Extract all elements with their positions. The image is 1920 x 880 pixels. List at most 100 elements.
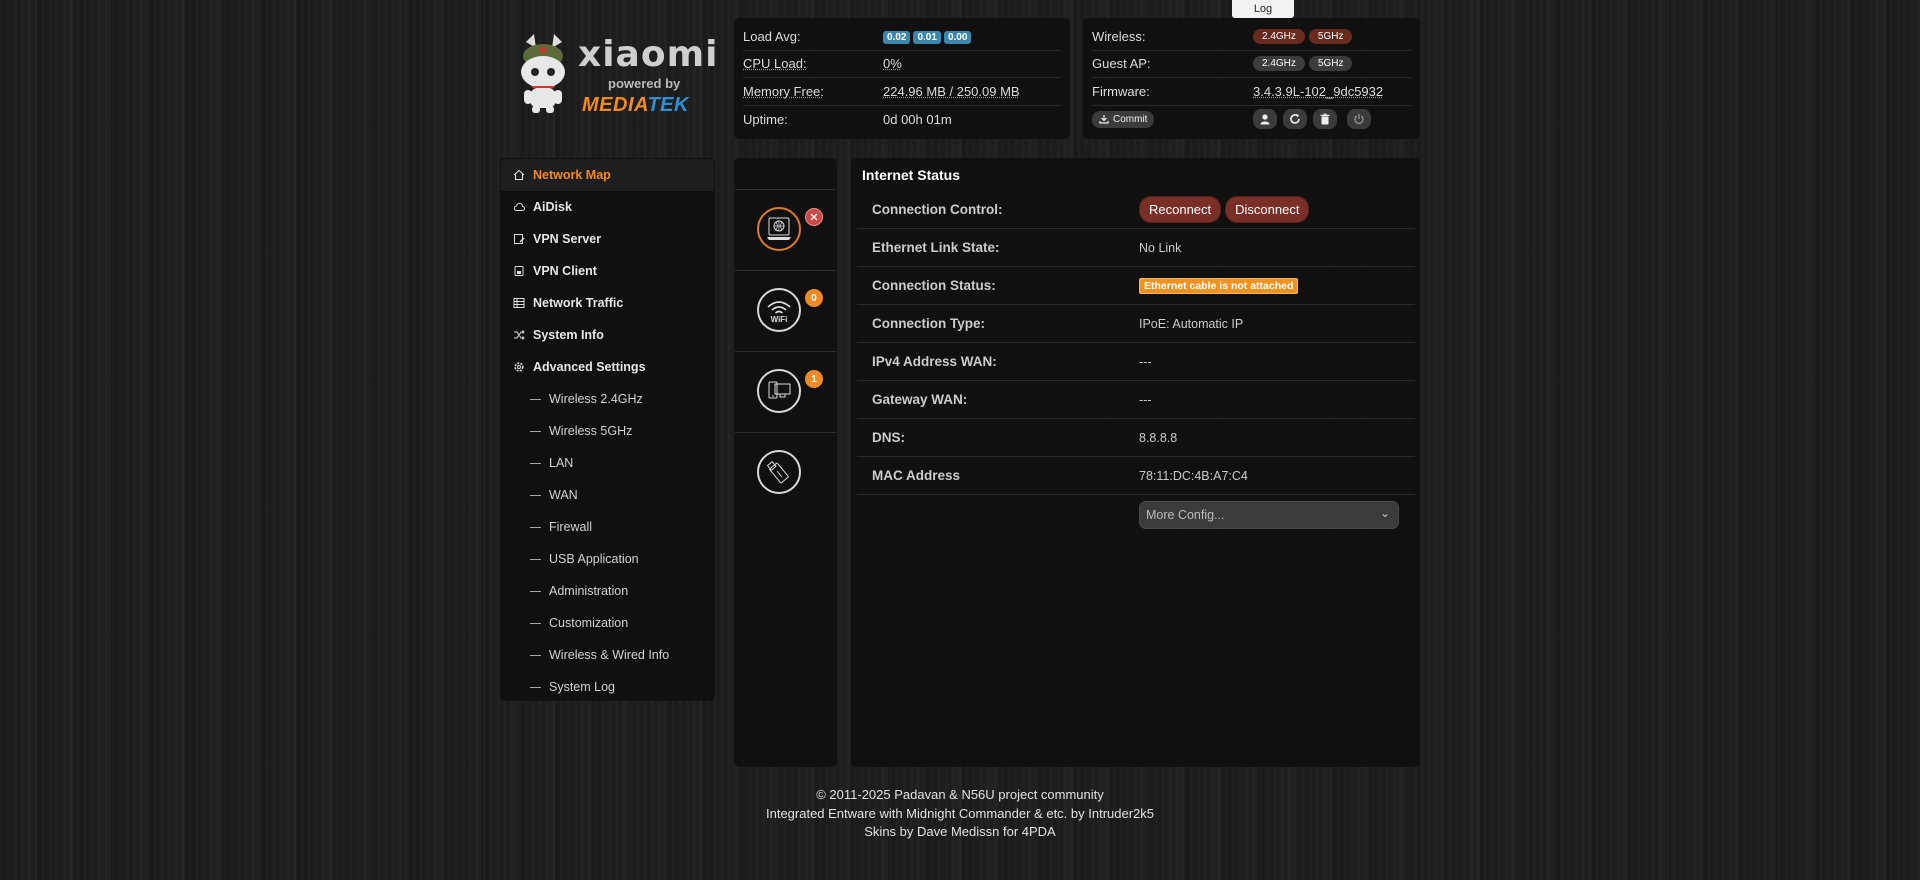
internet-status-icon[interactable]	[757, 207, 801, 251]
ethernet-link-row: Ethernet Link State: No Link	[857, 229, 1415, 267]
sidebar-subitem-system-log[interactable]: System Log	[501, 671, 714, 703]
sidebar-subitem-usb-application[interactable]: USB Application	[501, 543, 714, 575]
sidebar-subitem-lan[interactable]: LAN	[501, 447, 714, 479]
wifi-label: WiFi	[770, 315, 788, 324]
logo: xiaomi powered by MEDIATEK	[510, 32, 717, 122]
sidebar-item-vpn-client[interactable]: VPN Client	[501, 255, 714, 287]
devices-icon	[768, 381, 791, 399]
sidebar-item-network-map[interactable]: Network Map	[501, 159, 714, 191]
guest-24-pill[interactable]: 2.4GHz	[1253, 56, 1305, 72]
sidebar-item-vpn-server[interactable]: VPN Server	[501, 223, 714, 255]
log-tab[interactable]: Log	[1232, 0, 1294, 18]
sidebar-subitem-wireless-24[interactable]: Wireless 2.4GHz	[501, 383, 714, 415]
user-button[interactable]	[1253, 109, 1277, 130]
sidebar-subitem-wireless-5[interactable]: Wireless 5GHz	[501, 415, 714, 447]
disconnect-button[interactable]: Disconnect	[1225, 196, 1310, 223]
wireless-5-pill[interactable]: 5GHz	[1308, 28, 1353, 44]
footer-copyright: © 2011-2025 Padavan & N56U project commu…	[816, 787, 1104, 802]
memory-label[interactable]: Memory Free:	[743, 84, 883, 99]
brand-wordmark: xiaomi	[578, 34, 719, 75]
wireless-label: Wireless:	[1092, 28, 1146, 44]
sidebar-item-label: VPN Server	[533, 232, 602, 246]
sidebar-item-system-info[interactable]: System Info	[501, 319, 714, 351]
row-label: Connection Status:	[872, 278, 996, 293]
sidebar-item-label: Network Map	[533, 168, 611, 182]
commit-button[interactable]: Commit	[1092, 110, 1155, 128]
uptime-row: Uptime: 0d 00h 01m	[743, 106, 1061, 134]
vendor-wordmark: MEDIATEK	[582, 94, 689, 116]
sidebar-subitem-wireless-wired-info[interactable]: Wireless & Wired Info	[501, 639, 714, 671]
row-label: DNS:	[872, 430, 905, 445]
connection-type-row: Connection Type: IPoE: Automatic IP	[857, 305, 1415, 343]
home-icon	[513, 169, 525, 181]
sidebar-item-label: AiDisk	[533, 200, 572, 214]
row-label: IPv4 Address WAN:	[872, 354, 997, 369]
load-avg-values: 0.02 0.01 0.00	[883, 28, 974, 45]
usb-icon	[766, 461, 789, 484]
commit-wrap: Commit	[1092, 110, 1253, 128]
sidebar-item-network-traffic[interactable]: Network Traffic	[501, 287, 714, 319]
sidebar-subitem-firewall[interactable]: Firewall	[501, 511, 714, 543]
sidebar-subitem-administration[interactable]: Administration	[501, 575, 714, 607]
download-icon	[1099, 115, 1109, 124]
load-avg-5: 0.01	[913, 31, 941, 45]
panel-title: Internet Status	[862, 167, 961, 183]
shuffle-icon	[513, 329, 525, 341]
row-value: ---	[1139, 354, 1152, 369]
row-label: Connection Type:	[872, 316, 985, 331]
footer: © 2011-2025 Padavan & N56U project commu…	[660, 786, 1260, 842]
row-value: No Link	[1139, 240, 1182, 255]
reconnect-button[interactable]: Reconnect	[1139, 196, 1222, 223]
cpu-value[interactable]: 0%	[883, 56, 902, 71]
guest-5-pill[interactable]: 5GHz	[1308, 56, 1353, 72]
sidebar-subitem-wan[interactable]: WAN	[501, 479, 714, 511]
chevron-down-icon: ⌄	[1379, 506, 1390, 520]
row-value: IPoE: Automatic IP	[1139, 316, 1244, 331]
disconnected-icon	[805, 208, 823, 226]
power-icon	[1354, 114, 1364, 125]
power-button[interactable]	[1347, 109, 1371, 130]
system-panel: Wireless: 2.4GHz 5GHz Guest AP: 2.4GHz 5…	[1083, 18, 1420, 139]
memory-value[interactable]: 224.96 MB / 250.09 MB	[883, 84, 1020, 99]
footer-entware: Integrated Entware with Midnight Command…	[765, 805, 1155, 821]
sidebar-item-advanced-settings[interactable]: Advanced Settings	[501, 351, 714, 383]
row-value: 8.8.8.8	[1139, 430, 1178, 445]
actions-row: Commit	[1092, 106, 1411, 134]
sidebar: Network Map AiDisk VPN Server VPN Client…	[500, 158, 715, 701]
load-avg-label: Load Avg:	[743, 28, 801, 44]
trash-icon	[1320, 113, 1330, 125]
sidebar-item-label: Network Traffic	[533, 296, 624, 310]
clear-button[interactable]	[1313, 109, 1337, 130]
internet-status-panel: Internet Status Connection Control: Reco…	[851, 158, 1420, 767]
sidebar-subitem-customization[interactable]: Customization	[501, 607, 714, 639]
footer-skins: Skins by Dave Medissn for 4PDA	[864, 824, 1056, 839]
wireless-row: Wireless: 2.4GHz 5GHz	[1092, 23, 1411, 51]
firmware-row: Firmware: 3.4.3.9L-102_9dc5932	[1092, 78, 1411, 106]
mac-address-row: MAC Address 78:11:DC:4B:A7:C4	[857, 457, 1415, 495]
gateway-wan-row: Gateway WAN: ---	[857, 381, 1415, 419]
status-badge: Ethernet cable is not attached	[1139, 277, 1299, 294]
commit-label: Commit	[1113, 113, 1148, 125]
more-config-select[interactable]: More Config... ⌄	[1139, 501, 1399, 529]
cpu-label[interactable]: CPU Load:	[743, 56, 883, 71]
sidebar-item-aidisk[interactable]: AiDisk	[501, 191, 714, 223]
wifi-badge: 0	[805, 289, 823, 307]
dns-row: DNS: 8.8.8.8	[857, 419, 1415, 457]
row-value: 78:11:DC:4B:A7:C4	[1139, 468, 1248, 483]
wireless-24-pill[interactable]: 2.4GHz	[1253, 28, 1305, 44]
sidebar-item-label: Advanced Settings	[533, 360, 646, 374]
clients-status-icon[interactable]	[757, 369, 801, 413]
reboot-button[interactable]	[1283, 109, 1307, 130]
stats-panel: Load Avg: 0.02 0.01 0.00 CPU Load: 0% Memo…	[734, 18, 1070, 139]
usb-status-icon[interactable]	[757, 450, 801, 494]
row-label: Connection Control:	[872, 202, 1003, 217]
load-avg-15: 0.00	[943, 31, 972, 45]
user-icon	[1260, 114, 1270, 125]
firmware-value[interactable]: 3.4.3.9L-102_9dc5932	[1253, 84, 1383, 99]
guest-label: Guest AP:	[1092, 56, 1151, 72]
load-avg-row: Load Avg: 0.02 0.01 0.00	[743, 23, 1061, 51]
wifi-status-icon[interactable]: WiFi	[757, 288, 801, 332]
row-label: Ethernet Link State:	[872, 240, 1000, 255]
guest-row: Guest AP: 2.4GHz 5GHz	[1092, 51, 1411, 78]
load-avg-1: 0.02	[883, 31, 911, 45]
